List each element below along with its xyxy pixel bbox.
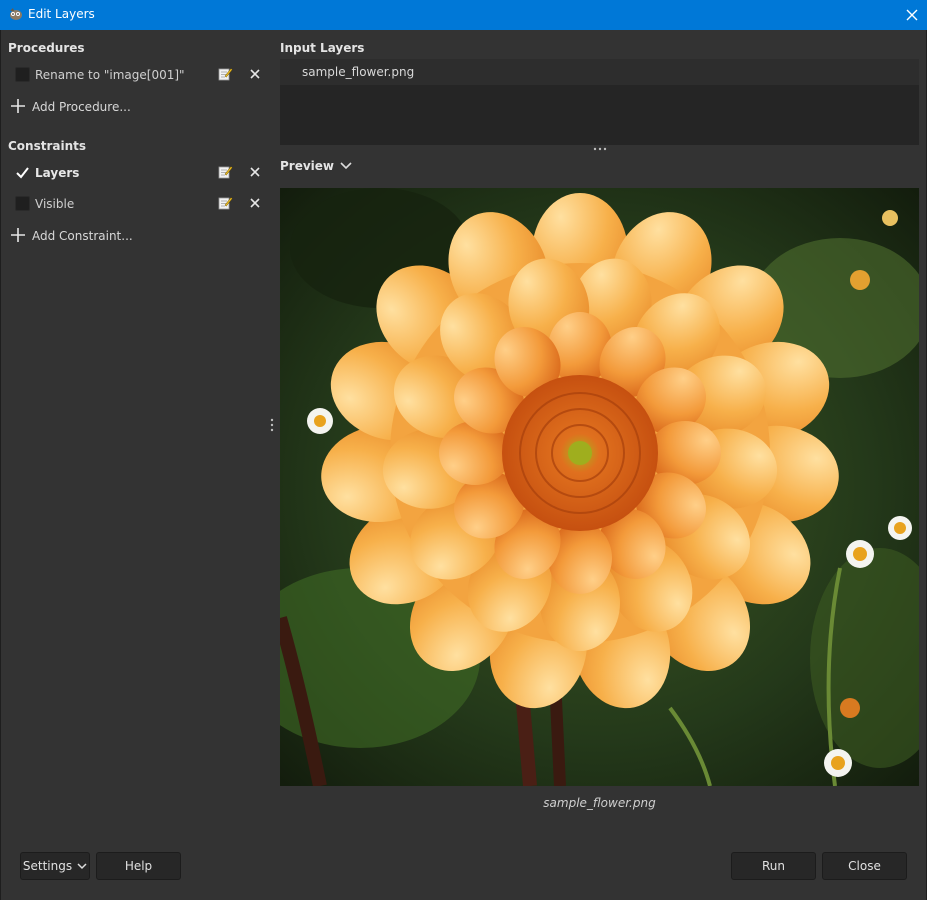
constraint-label: Visible — [35, 197, 75, 211]
constraint-enable-checkbox[interactable] — [15, 196, 30, 211]
constraint-row-layers[interactable]: Layers — [1, 158, 271, 189]
constraints-heading: Constraints — [8, 139, 87, 153]
close-button-label: Close — [848, 859, 881, 873]
chevron-down-icon — [77, 863, 87, 870]
help-button[interactable]: Help — [96, 852, 181, 880]
input-layers-list[interactable]: sample_flower.png — [280, 59, 919, 145]
plus-icon — [11, 99, 25, 113]
edit-icon[interactable] — [217, 66, 233, 82]
settings-button-label: Settings — [22, 859, 73, 873]
run-button[interactable]: Run — [731, 852, 816, 880]
delete-icon[interactable] — [247, 195, 263, 211]
constraint-label: Layers — [35, 166, 80, 180]
procedure-label: Rename to "image[001]" — [35, 68, 185, 82]
add-procedure-label: Add Procedure... — [32, 100, 131, 114]
delete-icon[interactable] — [247, 164, 263, 180]
chevron-down-icon — [340, 162, 352, 170]
gimp-wilber-icon — [10, 8, 22, 20]
preview-image — [280, 188, 919, 786]
small-flower — [846, 540, 874, 568]
preview-heading: Preview — [280, 159, 335, 173]
edit-icon[interactable] — [217, 195, 233, 211]
window-close-button[interactable] — [897, 0, 927, 30]
edit-icon[interactable] — [217, 164, 233, 180]
procedures-heading: Procedures — [8, 41, 85, 55]
delete-icon[interactable] — [247, 66, 263, 82]
preview-caption: sample_flower.png — [543, 796, 656, 810]
input-layers-heading: Input Layers — [280, 41, 365, 55]
procedure-enable-checkbox[interactable] — [15, 67, 30, 82]
add-constraint-label: Add Constraint... — [32, 229, 133, 243]
layer-name: sample_flower.png — [302, 65, 415, 79]
vertical-pane-handle[interactable] — [269, 417, 275, 433]
flower-photo — [280, 188, 919, 786]
checkmark-icon — [16, 167, 29, 179]
constraint-enable-checkbox[interactable] — [15, 165, 30, 180]
settings-button[interactable]: Settings — [20, 852, 90, 880]
title-bar[interactable]: Edit Layers — [0, 0, 927, 30]
add-procedure-button[interactable]: Add Procedure... — [1, 95, 271, 119]
horizontal-pane-handle[interactable] — [592, 146, 608, 152]
close-icon — [906, 9, 918, 21]
constraint-row-visible[interactable]: Visible — [1, 189, 271, 220]
run-button-label: Run — [761, 859, 785, 873]
small-flower — [888, 516, 912, 540]
dialog-body: Procedures Rename to "image[001]" Add Pr… — [0, 30, 927, 900]
small-flower — [824, 749, 852, 777]
plus-icon — [11, 228, 25, 242]
small-flower — [307, 408, 333, 434]
help-button-label: Help — [124, 859, 153, 873]
list-item[interactable]: sample_flower.png — [280, 59, 919, 85]
window-title: Edit Layers — [28, 7, 95, 21]
procedure-row-rename[interactable]: Rename to "image[001]" — [1, 60, 271, 91]
add-constraint-button[interactable]: Add Constraint... — [1, 224, 271, 248]
preview-expander[interactable]: Preview — [280, 159, 352, 175]
close-button[interactable]: Close — [822, 852, 907, 880]
